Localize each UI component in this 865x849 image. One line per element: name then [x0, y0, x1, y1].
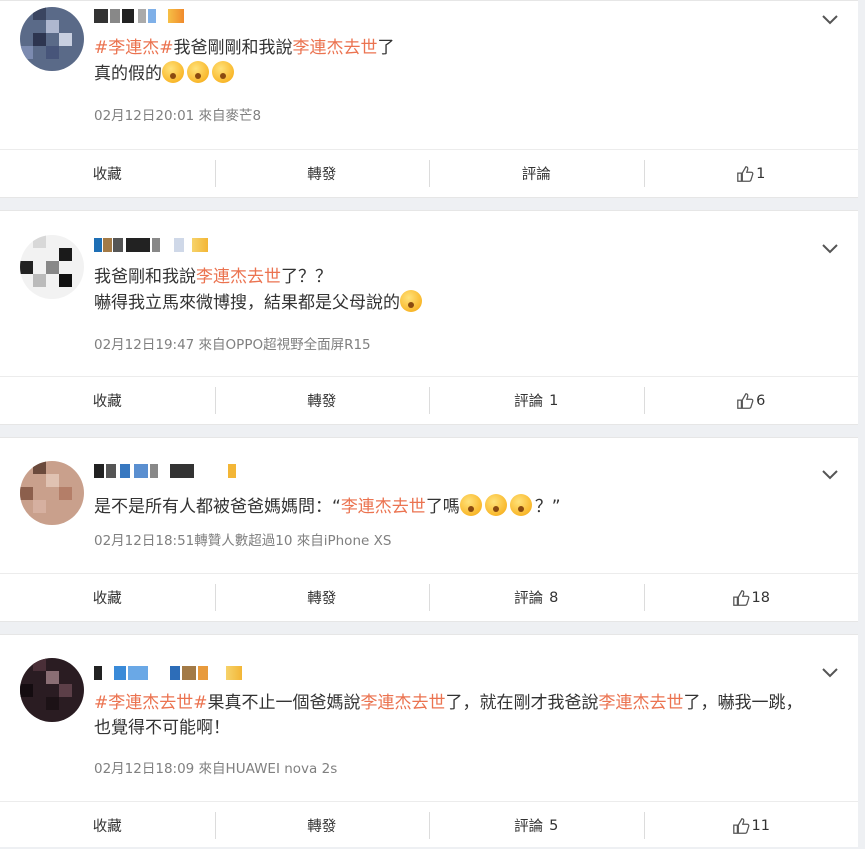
avatar[interactable]: [20, 235, 84, 299]
repost-button[interactable]: 轉發: [214, 150, 430, 197]
repost-label: 轉發: [307, 167, 337, 183]
post-text: #李連杰去世#果真不止一個爸媽說李連杰去世了，就在剛才我爸說李連杰去世了，嚇我一…: [94, 691, 818, 741]
username[interactable]: [94, 9, 194, 23]
action-bar: 收藏 轉發 評論 8 18: [0, 573, 858, 621]
username[interactable]: [94, 464, 244, 478]
thumbs-up-icon: [732, 589, 749, 606]
post-text-tail: ？”: [534, 497, 561, 517]
thumbs-up-icon: [732, 817, 749, 834]
collect-button[interactable]: 收藏: [0, 574, 215, 621]
avatar[interactable]: [20, 461, 84, 525]
username[interactable]: [94, 666, 244, 680]
post-meta: 02月12日18:51轉贊人數超過10 來自iPhone XS: [94, 533, 392, 549]
post-text-seg: 了嗎: [425, 497, 460, 517]
post-text-seg[interactable]: 李連杰去世: [196, 267, 281, 287]
post-text-seg: 是不是所有人都被爸爸媽媽問：“: [94, 497, 341, 517]
weibo-post: 是不是所有人都被爸爸媽媽問：“李連杰去世了嗎 ？” 02月12日18:51轉贊人數…: [0, 437, 858, 622]
like-count: 18: [751, 589, 770, 606]
repost-label: 轉發: [307, 819, 337, 835]
comment-button[interactable]: 評論: [429, 150, 644, 197]
like-count: 1: [756, 165, 766, 182]
comment-count: 8: [549, 589, 559, 606]
emoji-icon: [162, 61, 184, 83]
comment-button[interactable]: 評論 1: [429, 377, 644, 424]
comment-button[interactable]: 評論 8: [429, 574, 644, 621]
avatar[interactable]: [20, 7, 84, 71]
emoji-icon: [187, 61, 209, 83]
post-meta: 02月12日18:09 來自HUAWEI nova 2s: [94, 761, 338, 777]
repost-button[interactable]: 轉發: [214, 802, 430, 849]
collect-label: 收藏: [92, 591, 122, 607]
post-text-line2: 也覺得不可能啊！: [94, 718, 230, 738]
repost-button[interactable]: 轉發: [214, 377, 430, 424]
post-text-seg: 我爸剛和我說: [94, 267, 196, 287]
emoji-icon: [509, 494, 532, 516]
action-bar: 收藏 轉發 評論 1 6: [0, 376, 858, 424]
comment-button[interactable]: 評論 5: [429, 802, 644, 849]
repost-label: 轉發: [307, 591, 337, 607]
repost-label: 轉發: [307, 394, 337, 410]
post-text-seg: 了，就在剛才我爸說: [445, 693, 599, 713]
weibo-post: #李連杰#我爸剛剛和我說李連杰去世了 真的假的 02月12日20:01 來自麥芒…: [0, 0, 858, 198]
comment-label: 評論: [514, 819, 544, 835]
collect-label: 收藏: [92, 167, 122, 183]
post-text-seg: 果真不止一個爸媽說: [207, 693, 361, 713]
comment-count: 5: [549, 817, 559, 834]
emoji-icon: [459, 494, 482, 516]
post-text-seg: 我爸剛剛和我說: [173, 38, 293, 58]
like-button[interactable]: 1: [643, 150, 859, 197]
comment-label: 評論: [514, 591, 544, 607]
chevron-down-icon[interactable]: [820, 464, 840, 484]
post-text-seg[interactable]: #李連杰去世#: [94, 693, 208, 713]
post-text-seg: 了: [377, 38, 395, 58]
post-meta: 02月12日20:01 來自麥芒8: [94, 108, 262, 124]
comment-label: 評論: [514, 394, 544, 410]
like-button[interactable]: 18: [643, 574, 859, 621]
chevron-down-icon[interactable]: [820, 9, 840, 29]
like-count: 11: [751, 817, 770, 834]
action-bar: 收藏 轉發 評論 1: [0, 149, 858, 197]
post-text-line2: 真的假的: [94, 64, 162, 84]
chevron-down-icon[interactable]: [820, 238, 840, 258]
post-text: 是不是所有人都被爸爸媽媽問：“李連杰去世了嗎 ？”: [94, 494, 818, 520]
comment-count: 1: [549, 392, 559, 409]
chevron-down-icon[interactable]: [820, 662, 840, 682]
collect-button[interactable]: 收藏: [0, 377, 215, 424]
post-text-seg[interactable]: 李連杰去世: [341, 497, 426, 517]
collect-label: 收藏: [92, 819, 122, 835]
emoji-icon: [212, 61, 234, 83]
post-text-seg: 了？？: [281, 267, 332, 287]
post-text: 我爸剛和我說李連杰去世了？？ 嚇得我立馬來微博搜，結果都是父母說的: [94, 265, 818, 316]
comment-label: 評論: [521, 167, 551, 183]
thumbs-up-icon: [737, 392, 754, 409]
like-count: 6: [756, 392, 766, 409]
repost-button[interactable]: 轉發: [214, 574, 430, 621]
like-button[interactable]: 11: [643, 802, 859, 849]
collect-label: 收藏: [92, 394, 122, 410]
username[interactable]: [94, 238, 224, 252]
weibo-post: 我爸剛和我說李連杰去世了？？ 嚇得我立馬來微博搜，結果都是父母說的 02月12日…: [0, 210, 858, 425]
post-text-seg[interactable]: 李連杰去世: [293, 38, 378, 58]
post-text-seg[interactable]: 李連杰去世: [599, 693, 684, 713]
weibo-post: #李連杰去世#果真不止一個爸媽說李連杰去世了，就在剛才我爸說李連杰去世了，嚇我一…: [0, 634, 858, 847]
action-bar: 收藏 轉發 評論 5 11: [0, 801, 858, 849]
post-text-seg[interactable]: 李連杰去世: [361, 693, 446, 713]
like-button[interactable]: 6: [643, 377, 859, 424]
post-text-seg: 了，嚇我一跳，: [683, 693, 803, 713]
emoji-icon: [484, 494, 507, 516]
collect-button[interactable]: 收藏: [0, 802, 215, 849]
post-text-seg[interactable]: #李連杰#: [94, 38, 174, 58]
avatar[interactable]: [20, 658, 84, 722]
post-text: #李連杰#我爸剛剛和我說李連杰去世了 真的假的: [94, 36, 818, 87]
post-text-line2: 嚇得我立馬來微博搜，結果都是父母說的: [94, 293, 400, 313]
collect-button[interactable]: 收藏: [0, 150, 215, 197]
thumbs-up-icon: [737, 165, 754, 182]
emoji-icon: [400, 290, 422, 312]
post-meta: 02月12日19:47 來自OPPO超視野全面屏R15: [94, 337, 371, 353]
